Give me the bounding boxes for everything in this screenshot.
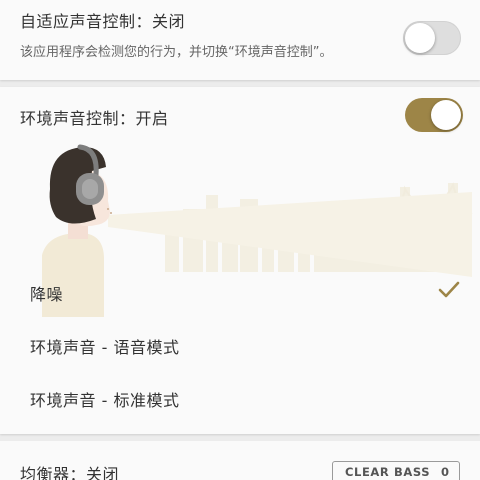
option-ambient-voice-mode-label: 环境声音 - 语音模式 (30, 338, 180, 357)
adaptive-sound-control-description: 该应用程序会检测您的行为，并切换“环境声音控制”。 (20, 45, 333, 60)
equalizer-title: 均衡器：关闭 (20, 465, 120, 480)
option-ambient-standard-mode-label: 环境声音 - 标准模式 (30, 391, 180, 410)
option-ambient-voice-mode[interactable]: 环境声音 - 语音模式 (0, 318, 480, 370)
option-ambient-standard-mode[interactable]: 环境声音 - 标准模式 (0, 371, 480, 423)
equalizer-card: 均衡器：关闭 CLEAR BASS 0 (0, 441, 480, 480)
ambient-sound-control-toggle[interactable] (405, 98, 463, 132)
ambient-sound-control-card: 环境声音控制：开启 降噪 环境声音 - 语音模式 环境声音 - 标准模式 (0, 87, 480, 434)
clear-bass-control[interactable]: CLEAR BASS 0 (332, 461, 460, 480)
adaptive-sound-control-card: 自适应声音控制：关闭 该应用程序会检测您的行为，并切换“环境声音控制”。 (0, 0, 480, 80)
option-noise-cancelling-label: 降噪 (30, 285, 64, 304)
toggle-knob (431, 100, 461, 130)
toggle-knob (405, 23, 435, 53)
checkmark-icon (438, 281, 460, 298)
ambient-sound-control-title: 环境声音控制：开启 (20, 109, 169, 128)
adaptive-sound-control-title: 自适应声音控制：关闭 (20, 12, 186, 31)
clear-bass-value: 0 (440, 465, 449, 479)
clear-bass-label: CLEAR BASS (345, 465, 431, 479)
option-noise-cancelling[interactable]: 降噪 (0, 265, 480, 317)
adaptive-sound-control-toggle[interactable] (403, 21, 461, 55)
